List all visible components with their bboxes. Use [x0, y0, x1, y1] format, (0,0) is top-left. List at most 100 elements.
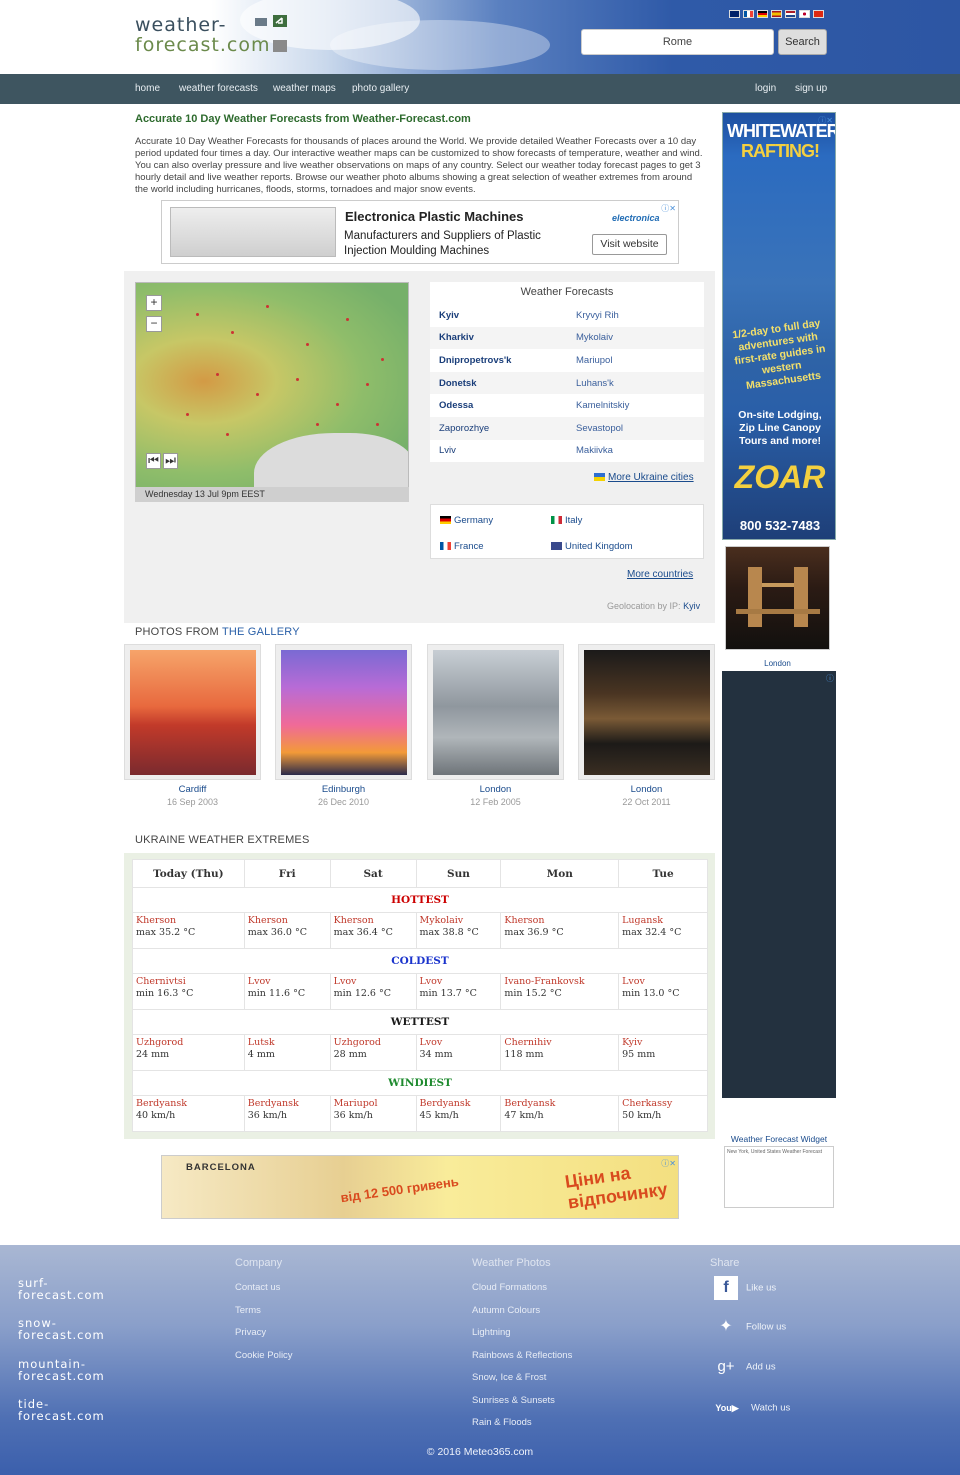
sidebar-photo-caption[interactable]: London	[725, 659, 830, 668]
flag-netherlands-icon[interactable]	[785, 10, 796, 18]
share-google-plus[interactable]: g+ Add us	[714, 1355, 775, 1379]
footer-link[interactable]: Terms	[235, 1300, 293, 1323]
weather-map[interactable]: + − ⏮ ⏭	[135, 282, 409, 502]
city-link[interactable]: Dnipropetrovs'k	[430, 355, 567, 366]
city-link[interactable]: Donetsk	[430, 378, 567, 389]
extreme-city[interactable]: Berdyansk	[248, 1098, 327, 1110]
adchoices-icon[interactable]: ⓘ✕	[818, 115, 833, 126]
footer-link[interactable]: Snow, Ice & Frost	[472, 1367, 572, 1390]
play-next-icon[interactable]: ⏭	[163, 453, 178, 469]
advertisement-banner-bottom[interactable]: BARCELONA від 12 500 гривень Ціни на від…	[161, 1155, 679, 1219]
footer-link[interactable]: Lightning	[472, 1322, 572, 1345]
adchoices-icon[interactable]: ⓘ	[826, 673, 834, 684]
extreme-city[interactable]: Lvov	[420, 976, 498, 988]
adchoices-icon[interactable]: ⓘ✕	[661, 1158, 676, 1169]
flag-germany-icon[interactable]	[757, 10, 768, 18]
country-italy[interactable]: Italy	[551, 515, 582, 526]
extreme-city[interactable]: Berdyansk	[504, 1098, 615, 1110]
adchoices-icon[interactable]: ⓘ✕	[661, 203, 676, 214]
city-link[interactable]: Odessa	[430, 400, 567, 411]
extreme-city[interactable]: Uzhgorod	[136, 1037, 241, 1049]
extreme-city[interactable]: Kherson	[334, 915, 413, 927]
city-link[interactable]: Sevastopol	[567, 423, 704, 434]
flag-china-icon[interactable]	[813, 10, 824, 18]
extreme-city[interactable]: Chernivtsi	[136, 976, 241, 988]
share-facebook[interactable]: f Like us	[714, 1276, 776, 1300]
footer-link[interactable]: Autumn Colours	[472, 1300, 572, 1323]
site-logo[interactable]: weather- forecast.com	[135, 14, 305, 58]
city-link[interactable]: Luhans'k	[567, 378, 704, 389]
footer-link[interactable]: Rainbows & Reflections	[472, 1345, 572, 1368]
surf-forecast-logo[interactable]: surf-forecast.com	[18, 1277, 105, 1301]
advertisement-banner[interactable]: Electronica Plastic Machines Manufacture…	[161, 200, 679, 264]
country-france[interactable]: France	[440, 541, 484, 552]
gallery-photo[interactable]	[578, 644, 715, 780]
more-ukraine-cities-link[interactable]: More Ukraine cities	[594, 472, 694, 483]
country-united-kingdom[interactable]: United Kingdom	[551, 541, 633, 552]
footer-link[interactable]: Cookie Policy	[235, 1345, 293, 1368]
extreme-city[interactable]: Berdyansk	[420, 1098, 498, 1110]
photo-place-link[interactable]: Cardiff	[179, 784, 207, 795]
city-link[interactable]: Mykolaiv	[567, 332, 704, 343]
widget-link[interactable]: Weather Forecast Widget	[720, 1134, 838, 1144]
extreme-city[interactable]: Lvov	[248, 976, 327, 988]
visit-website-button[interactable]: Visit website	[592, 234, 667, 255]
nav-login[interactable]: login	[755, 83, 776, 94]
city-link[interactable]: Mariupol	[567, 355, 704, 366]
extreme-city[interactable]: Lvov	[420, 1037, 498, 1049]
flag-uk-icon[interactable]	[729, 10, 740, 18]
extreme-city[interactable]: Lutsk	[248, 1037, 327, 1049]
nav-weather-forecasts[interactable]: weather forecasts	[179, 83, 258, 94]
search-input[interactable]: Rome	[581, 29, 774, 55]
search-button[interactable]: Search	[778, 29, 827, 55]
city-link[interactable]: Kryvyi Rih	[567, 310, 704, 321]
sidebar-photo[interactable]	[725, 546, 830, 650]
share-twitter[interactable]: ✦ Follow us	[714, 1315, 786, 1339]
city-link[interactable]: Lviv	[430, 445, 567, 456]
footer-link[interactable]: Sunrises & Sunsets	[472, 1390, 572, 1413]
extreme-city[interactable]: Kyiv	[622, 1037, 704, 1049]
extreme-city[interactable]: Lvov	[622, 976, 704, 988]
footer-link[interactable]: Privacy	[235, 1322, 293, 1345]
extreme-city[interactable]: Mykolaiv	[420, 915, 498, 927]
snow-forecast-logo[interactable]: snow-forecast.com	[18, 1317, 105, 1341]
extreme-city[interactable]: Kherson	[504, 915, 615, 927]
footer-link[interactable]: Cloud Formations	[472, 1277, 572, 1300]
extreme-city[interactable]: Kherson	[136, 915, 241, 927]
footer-link[interactable]: Rain & Floods	[472, 1412, 572, 1435]
gallery-photo[interactable]	[124, 644, 261, 780]
nav-home[interactable]: home	[135, 83, 160, 94]
extreme-city[interactable]: Cherkassy	[622, 1098, 704, 1110]
extreme-city[interactable]: Lugansk	[622, 915, 704, 927]
mountain-forecast-logo[interactable]: mountain-forecast.com	[18, 1358, 105, 1382]
city-link[interactable]: Zaporozhye	[430, 423, 567, 434]
gallery-photo[interactable]	[275, 644, 412, 780]
gallery-photo[interactable]	[427, 644, 564, 780]
nav-weather-maps[interactable]: weather maps	[273, 83, 336, 94]
city-link[interactable]: Kamelnitskiy	[567, 400, 704, 411]
tide-forecast-logo[interactable]: tide-forecast.com	[18, 1398, 105, 1422]
country-germany[interactable]: Germany	[440, 515, 493, 526]
flag-france-icon[interactable]	[743, 10, 754, 18]
photo-place-link[interactable]: London	[480, 784, 512, 795]
extreme-city[interactable]: Uzhgorod	[334, 1037, 413, 1049]
photo-place-link[interactable]: London	[631, 784, 663, 795]
extreme-city[interactable]: Lvov	[334, 976, 413, 988]
zoom-in-button[interactable]: +	[146, 295, 162, 311]
zoom-out-button[interactable]: −	[146, 316, 162, 332]
city-link[interactable]: Kyiv	[430, 310, 567, 321]
rewind-icon[interactable]: ⏮	[146, 453, 161, 469]
extreme-city[interactable]: Chernihiv	[504, 1037, 615, 1049]
sidebar-advertisement[interactable]: WHITEWATER RAFTING! 1/2-day to full day a…	[722, 112, 836, 540]
flag-spain-icon[interactable]	[771, 10, 782, 18]
gallery-link[interactable]: THE GALLERY	[222, 626, 300, 638]
share-youtube[interactable]: You▶ Watch us	[711, 1396, 790, 1420]
footer-link[interactable]: Contact us	[235, 1277, 293, 1300]
extreme-city[interactable]: Berdyansk	[136, 1098, 241, 1110]
more-countries-link[interactable]: More countries	[627, 569, 693, 580]
flag-japan-icon[interactable]	[799, 10, 810, 18]
extreme-city[interactable]: Kherson	[248, 915, 327, 927]
city-link[interactable]: Kharkiv	[430, 332, 567, 343]
extreme-city[interactable]: Mariupol	[334, 1098, 413, 1110]
nav-signup[interactable]: sign up	[795, 83, 827, 94]
